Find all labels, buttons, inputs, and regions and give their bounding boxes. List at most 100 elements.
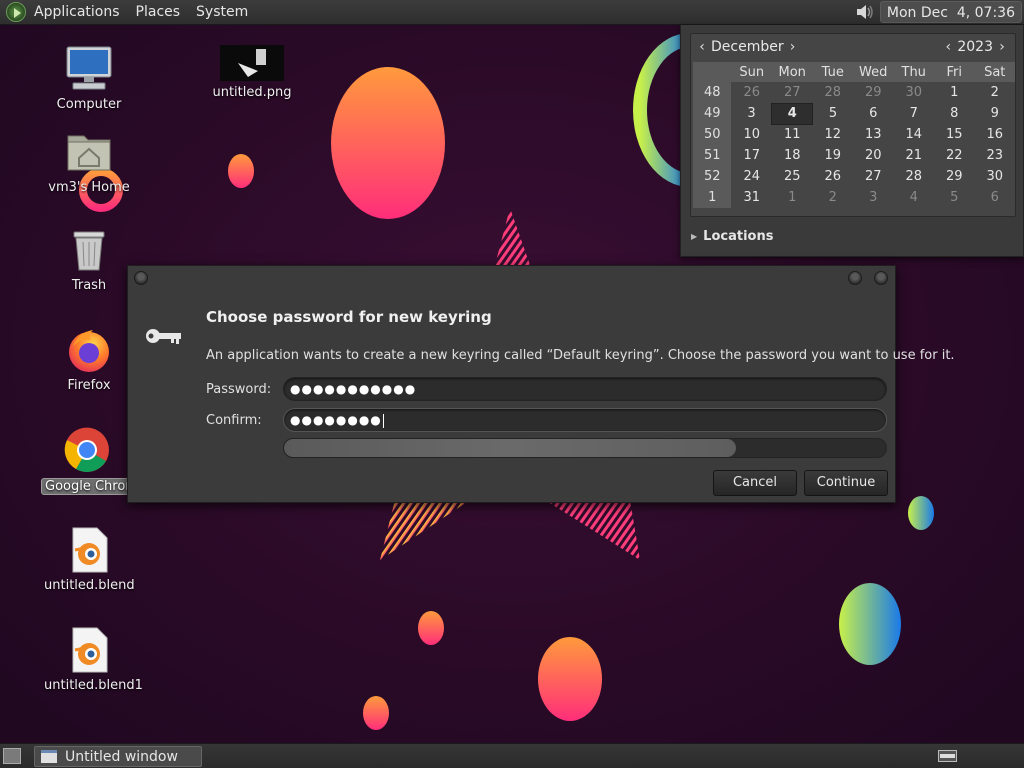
calendar-day[interactable]: 26 bbox=[812, 166, 853, 187]
calendar-day[interactable]: 28 bbox=[812, 82, 853, 103]
chrome-icon bbox=[63, 426, 111, 474]
week-number: 50 bbox=[693, 124, 732, 145]
calendar-day[interactable]: 4 bbox=[771, 102, 813, 125]
year-label: 2023 bbox=[957, 39, 993, 55]
week-number: 52 bbox=[693, 166, 732, 187]
desktop-icon-label: Firefox bbox=[67, 378, 111, 393]
calendar-day[interactable]: 2 bbox=[974, 82, 1015, 103]
clock-button[interactable]: Mon Dec 4, 07:36 bbox=[879, 1, 1022, 23]
calendar-day[interactable]: 5 bbox=[812, 103, 853, 124]
weekday-label: Sun bbox=[731, 62, 772, 82]
calendar-day[interactable]: 3 bbox=[731, 103, 772, 124]
calendar-day[interactable]: 1 bbox=[934, 82, 975, 103]
next-month-arrow-icon[interactable]: › bbox=[786, 39, 800, 55]
calendar-day[interactable]: 24 bbox=[731, 166, 772, 187]
calendar-day[interactable]: 17 bbox=[731, 145, 772, 166]
year-selector: ‹ 2023 › bbox=[941, 39, 1009, 55]
desktop-icon-untitled-blend[interactable]: untitled.blend bbox=[41, 526, 137, 593]
calendar-day[interactable]: 2 bbox=[812, 187, 853, 208]
calendar-day[interactable]: 9 bbox=[974, 103, 1015, 124]
calendar-day[interactable]: 14 bbox=[893, 124, 934, 145]
desktop-icon-trash[interactable]: Trash bbox=[41, 226, 137, 293]
desktop-icon-untitled-png[interactable]: untitled.png bbox=[204, 45, 300, 100]
calendar-day[interactable]: 4 bbox=[893, 187, 934, 208]
desktop-icon-label: untitled.blend bbox=[44, 578, 135, 593]
places-menu[interactable]: Places bbox=[128, 0, 189, 25]
desktop-icon-firefox[interactable]: Firefox bbox=[41, 326, 137, 393]
desktop-icon-chrome[interactable]: Google Chrome bbox=[41, 426, 133, 499]
calendar-day[interactable]: 31 bbox=[731, 187, 772, 208]
desktop-icon-home[interactable]: vm3's Home bbox=[41, 128, 137, 195]
calendar-day[interactable]: 13 bbox=[853, 124, 894, 145]
calendar-day[interactable]: 27 bbox=[853, 166, 894, 187]
minimize-button[interactable] bbox=[848, 271, 862, 285]
confirm-field[interactable]: ●●●●●●●● bbox=[283, 408, 887, 432]
dialog-title: Choose password for new keyring bbox=[206, 308, 492, 326]
calendar-week-row: 1 31 1 2 3 4 5 6 bbox=[693, 187, 1015, 208]
desktop-icon-computer[interactable]: Computer bbox=[41, 45, 137, 112]
calendar-day[interactable]: 15 bbox=[934, 124, 975, 145]
applications-menu[interactable]: Applications bbox=[26, 0, 128, 25]
calendar-day[interactable]: 7 bbox=[893, 103, 934, 124]
confirm-label: Confirm: bbox=[206, 413, 262, 428]
home-folder-icon bbox=[65, 128, 113, 176]
calendar-day[interactable]: 16 bbox=[974, 124, 1015, 145]
calendar-day[interactable]: 22 bbox=[934, 145, 975, 166]
calendar-week-row: 50 10 11 12 13 14 15 16 bbox=[693, 124, 1015, 145]
calendar-day[interactable]: 26 bbox=[731, 82, 772, 103]
window-menu-button[interactable] bbox=[134, 271, 148, 285]
calendar-day[interactable]: 30 bbox=[974, 166, 1015, 187]
desktop-icon-label: untitled.png bbox=[212, 85, 292, 100]
show-desktop-icon[interactable] bbox=[3, 748, 21, 764]
calendar-day[interactable]: 10 bbox=[731, 124, 772, 145]
calendar-day[interactable]: 6 bbox=[974, 187, 1015, 208]
weekday-header-row: Sun Mon Tue Wed Thu Fri Sat bbox=[693, 62, 1015, 82]
password-value: ●●●●●●●●●●● bbox=[290, 382, 417, 396]
desktop-icon-label: Google Chrome bbox=[41, 478, 133, 495]
calendar-day[interactable]: 18 bbox=[772, 145, 813, 166]
weekday-label: Wed bbox=[852, 62, 894, 82]
week-number: 51 bbox=[693, 145, 732, 166]
weekday-label: Fri bbox=[933, 62, 975, 82]
calendar-day[interactable]: 12 bbox=[812, 124, 853, 145]
calendar-day[interactable]: 1 bbox=[772, 187, 813, 208]
prev-year-arrow-icon[interactable]: ‹ bbox=[941, 39, 955, 55]
desktop-icon-untitled-blend1[interactable]: untitled.blend1 bbox=[41, 626, 143, 693]
image-file-icon bbox=[220, 45, 284, 81]
calendar-widget: ‹ December › ‹ 2023 › Sun Mon Tue Wed Th… bbox=[690, 33, 1016, 217]
week-number: 49 bbox=[693, 103, 732, 124]
computer-icon bbox=[65, 45, 113, 93]
system-menu[interactable]: System bbox=[188, 0, 256, 25]
calendar-day[interactable]: 28 bbox=[893, 166, 934, 187]
workspace-switcher-icon[interactable] bbox=[938, 750, 957, 762]
calendar-day[interactable]: 3 bbox=[853, 187, 894, 208]
month-label: December bbox=[711, 39, 784, 55]
cancel-button[interactable]: Cancel bbox=[713, 470, 797, 496]
calendar-day[interactable]: 20 bbox=[853, 145, 894, 166]
calendar-day[interactable]: 19 bbox=[812, 145, 853, 166]
next-year-arrow-icon[interactable]: › bbox=[995, 39, 1009, 55]
locations-expander[interactable]: ▶ Locations bbox=[691, 229, 773, 244]
close-button[interactable] bbox=[874, 271, 888, 285]
calendar-day[interactable]: 30 bbox=[893, 82, 934, 103]
password-field[interactable]: ●●●●●●●●●●● bbox=[283, 377, 887, 401]
calendar-day[interactable]: 6 bbox=[853, 103, 894, 124]
expander-arrow-icon: ▶ bbox=[691, 232, 698, 241]
panel-tray: Mon Dec 4, 07:36 bbox=[852, 0, 1024, 25]
calendar-day[interactable]: 29 bbox=[853, 82, 894, 103]
calendar-day[interactable]: 29 bbox=[934, 166, 975, 187]
calendar-day[interactable]: 5 bbox=[934, 187, 975, 208]
calendar-day[interactable]: 25 bbox=[772, 166, 813, 187]
calendar-day[interactable]: 23 bbox=[974, 145, 1015, 166]
calendar-day[interactable]: 21 bbox=[893, 145, 934, 166]
calendar-day[interactable]: 11 bbox=[772, 124, 813, 145]
calendar-day[interactable]: 27 bbox=[772, 82, 813, 103]
desktop-icon-label: vm3's Home bbox=[48, 180, 130, 195]
week-number: 48 bbox=[693, 82, 732, 103]
distro-logo-icon[interactable] bbox=[6, 2, 26, 22]
prev-month-arrow-icon[interactable]: ‹ bbox=[695, 39, 709, 55]
calendar-day[interactable]: 8 bbox=[934, 103, 975, 124]
taskbar-window-button[interactable]: Untitled window bbox=[34, 746, 202, 767]
continue-button[interactable]: Continue bbox=[804, 470, 888, 496]
volume-icon[interactable] bbox=[852, 0, 878, 25]
